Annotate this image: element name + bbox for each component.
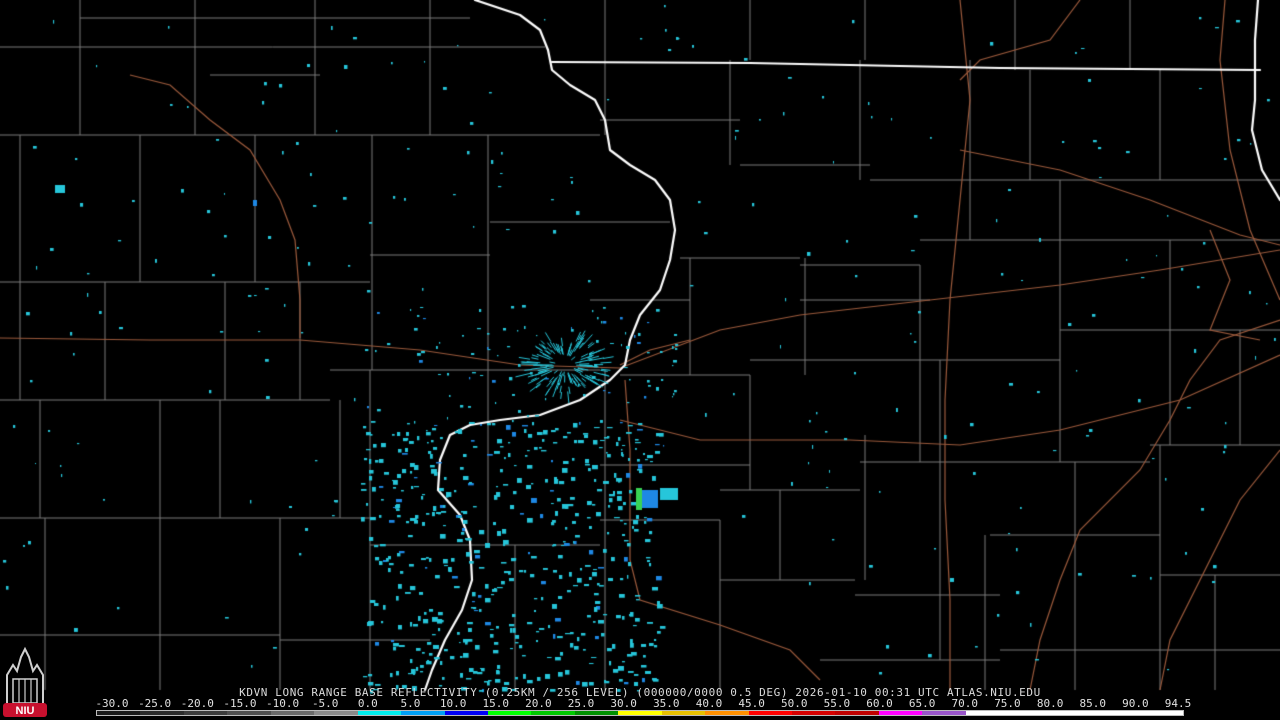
radar-map — [0, 0, 1280, 720]
scale-tick-label: 45.0 — [738, 697, 765, 710]
color-bar-segment — [1096, 711, 1140, 715]
color-bar-segment — [878, 711, 923, 715]
color-bar-segment — [531, 711, 575, 715]
color-bar-segment — [835, 711, 879, 715]
color-bar-segment — [618, 711, 662, 715]
scale-tick-label: 50.0 — [780, 697, 808, 710]
scale-tick-label: 80.0 — [1036, 697, 1064, 710]
color-bar-segment — [357, 711, 402, 715]
scale-tick-label: 65.0 — [908, 697, 936, 710]
color-bar-segment — [1139, 711, 1183, 715]
color-bar-segment — [922, 711, 966, 715]
color-bar-segment — [1052, 711, 1097, 715]
color-bar-segment — [97, 711, 141, 715]
scale-tick-label: 70.0 — [951, 697, 979, 710]
scale-tick-label: -20.0 — [180, 697, 214, 710]
color-bar-segment — [705, 711, 749, 715]
reflectivity-color-bar — [96, 710, 1184, 716]
scale-tick-label: 20.0 — [525, 697, 552, 710]
scale-tick-label: 60.0 — [866, 697, 893, 710]
color-bar-segment — [748, 711, 792, 715]
scale-tick-label: 30.0 — [610, 697, 637, 710]
scale-tick-label: -30.0 — [95, 697, 129, 710]
scale-tick-label: 40.0 — [695, 697, 723, 710]
color-bar-segment — [965, 711, 1010, 715]
color-bar-segment — [314, 711, 358, 715]
scale-tick-label: 75.0 — [994, 697, 1021, 710]
scale-tick-label: 94.5 — [1164, 697, 1192, 710]
color-bar-segment — [140, 711, 184, 715]
scale-tick-label: -15.0 — [223, 697, 257, 710]
color-bar-segment — [487, 711, 532, 715]
scale-tick-label: 35.0 — [653, 697, 680, 710]
color-bar-segment — [661, 711, 706, 715]
scale-tick-label: -5.0 — [311, 697, 339, 710]
scale-tick-label: 10.0 — [439, 697, 467, 710]
color-bar-segment — [401, 711, 445, 715]
color-bar-segment — [1009, 711, 1053, 715]
color-bar-segment — [227, 711, 271, 715]
scale-tick-label: 15.0 — [482, 697, 510, 710]
scale-tick-label: 90.0 — [1122, 697, 1149, 710]
color-bar-segment — [183, 711, 228, 715]
scale-tick-label: 85.0 — [1079, 697, 1106, 710]
color-bar-segment — [270, 711, 315, 715]
scale-tick-label: -10.0 — [265, 697, 300, 710]
scale-tick-label: -25.0 — [138, 697, 172, 710]
color-bar-segment — [792, 711, 836, 715]
color-bar-segment — [574, 711, 619, 715]
color-bar-segment — [444, 711, 488, 715]
scale-labels: -30.0 -25.0 -20.0 -15.0 -10.0 -5.0 0.0 5.0 10.0 1… — [0, 698, 1280, 710]
scale-tick-label: 5.0 — [400, 697, 421, 710]
scale-tick-label: 25.0 — [567, 697, 595, 710]
scale-tick-label: 0.0 — [357, 697, 378, 710]
scale-tick-label: 55.0 — [823, 697, 851, 710]
